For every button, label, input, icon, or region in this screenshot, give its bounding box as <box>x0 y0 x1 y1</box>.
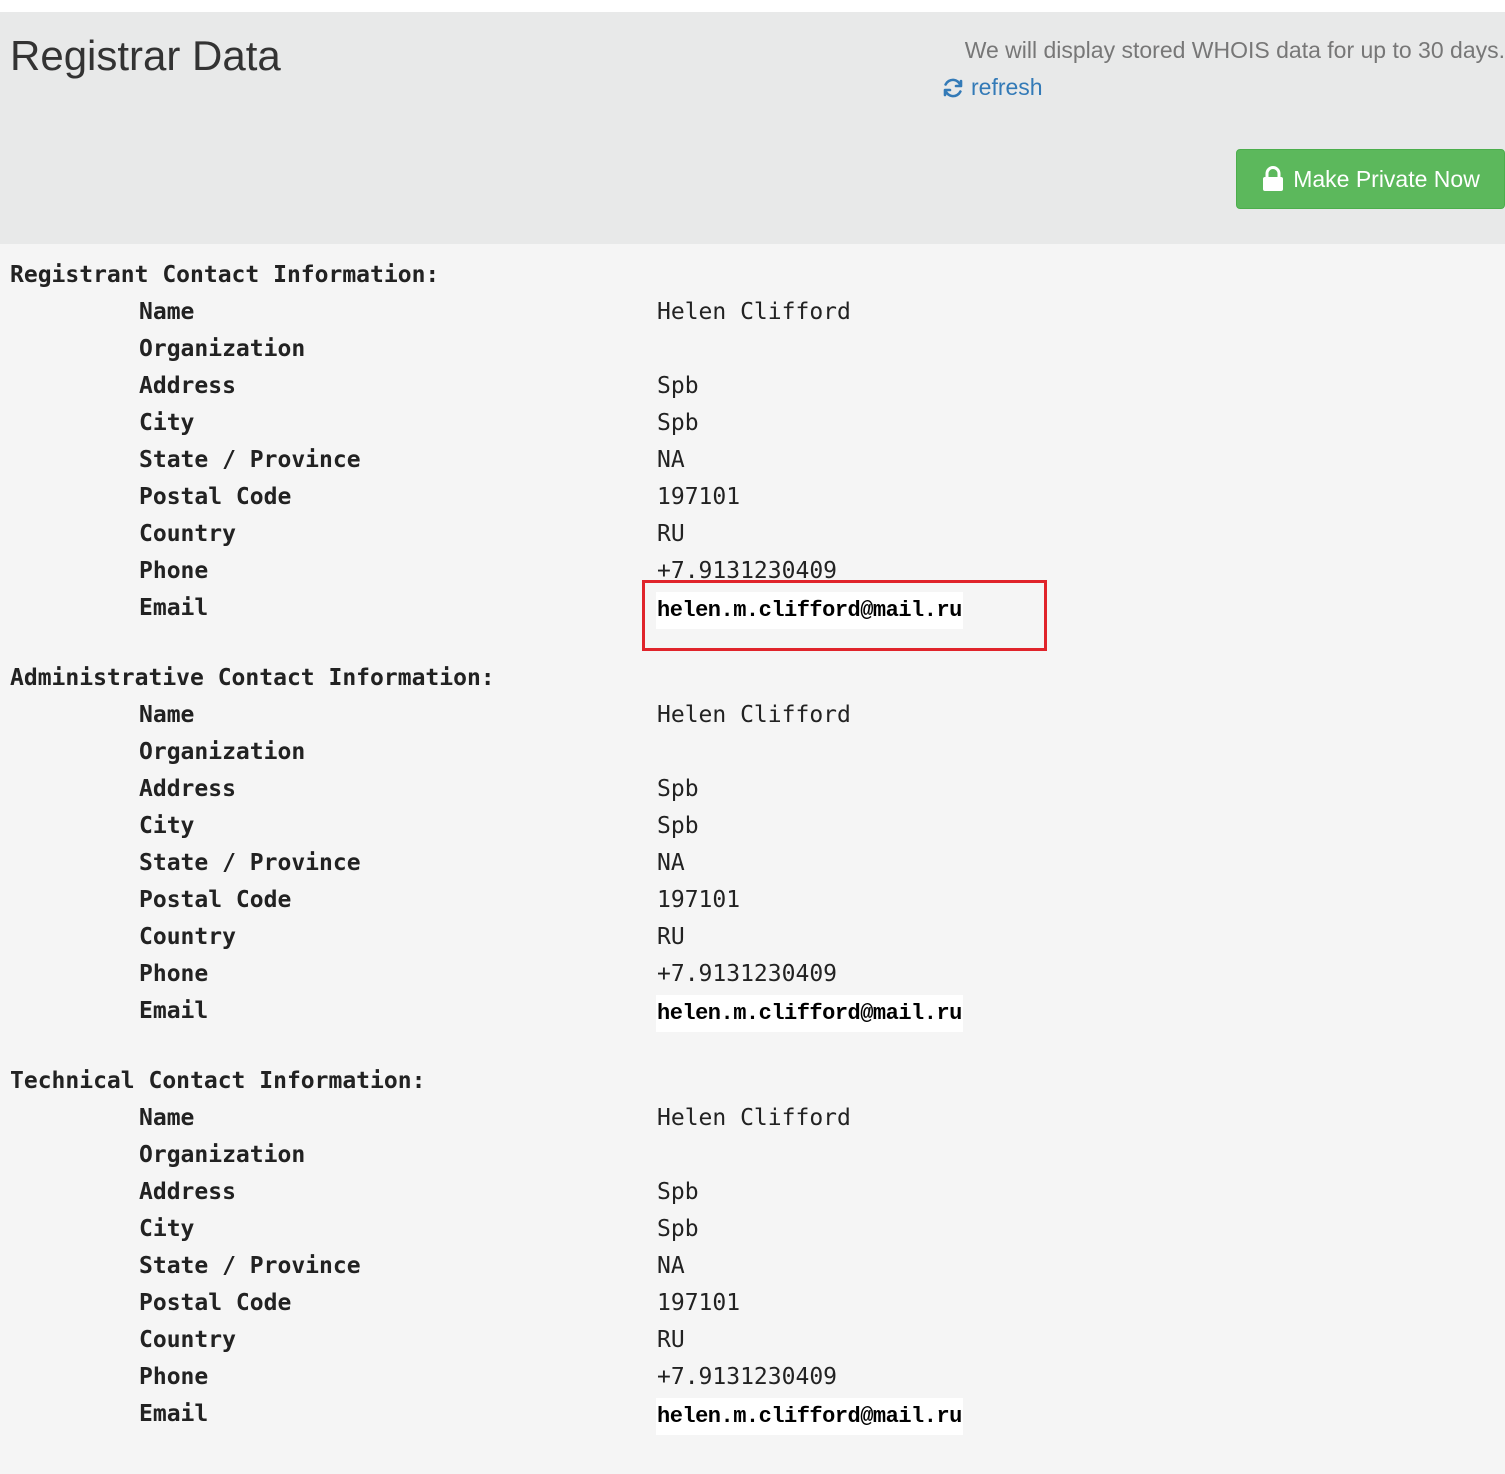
field-value: NA <box>657 850 685 876</box>
administrative-contact-section: Administrative Contact Information: Name… <box>0 660 1505 1050</box>
section-title: Registrant Contact Information: <box>10 262 440 288</box>
field-label: Name <box>139 299 195 325</box>
field-value: Spb <box>657 776 699 802</box>
section-title: Technical Contact Information: <box>10 1068 426 1094</box>
make-private-label: Make Private Now <box>1293 165 1480 192</box>
field-row-postal-code: Postal Code 197101 <box>0 479 1505 516</box>
field-row-organization: Organization <box>0 1137 1505 1174</box>
field-row-country: Country RU <box>0 1322 1505 1359</box>
field-label: State / Province <box>139 447 361 473</box>
field-row-email: Email helen.m.clifford@mail.ru <box>0 993 1505 1032</box>
field-row-state: State / Province NA <box>0 442 1505 479</box>
email-image-value: helen.m.clifford@mail.ru <box>656 995 963 1032</box>
refresh-icon <box>941 76 965 100</box>
field-value: Spb <box>657 813 699 839</box>
field-value: Helen Clifford <box>657 299 851 325</box>
field-row-email: Email helen.m.clifford@mail.ru <box>0 1396 1505 1435</box>
field-label: Country <box>139 521 236 547</box>
section-title: Administrative Contact Information: <box>10 665 495 691</box>
field-label: Email <box>139 998 209 1024</box>
field-label: City <box>139 410 195 436</box>
field-row-city: City Spb <box>0 1211 1505 1248</box>
email-image-value: helen.m.clifford@mail.ru <box>656 1398 963 1435</box>
field-row-address: Address Spb <box>0 368 1505 405</box>
field-label: City <box>139 1216 195 1242</box>
field-row-email: Email helen.m.clifford@mail.ru <box>0 590 1505 629</box>
field-label: State / Province <box>139 1253 361 1279</box>
field-value: +7.9131230409 <box>657 961 838 987</box>
technical-contact-section: Technical Contact Information: Name Helen… <box>0 1063 1505 1435</box>
field-label: Phone <box>139 961 209 987</box>
field-row-phone: Phone +7.9131230409 <box>0 1359 1505 1396</box>
whois-record: Registrant Contact Information: Name Hele… <box>0 244 1505 1474</box>
registrant-contact-section: Registrant Contact Information: Name Hele… <box>0 257 1505 647</box>
field-value: 197101 <box>657 1290 741 1316</box>
field-row-city: City Spb <box>0 405 1505 442</box>
field-label: Email <box>139 1401 209 1427</box>
field-value: 197101 <box>657 484 741 510</box>
field-label: Country <box>139 924 236 950</box>
field-value: RU <box>657 1327 685 1353</box>
refresh-label: refresh <box>971 74 1043 100</box>
email-image-value: helen.m.clifford@mail.ru <box>656 592 963 629</box>
field-value: Spb <box>657 1179 699 1205</box>
page-title: Registrar Data <box>10 32 281 79</box>
field-label: Organization <box>139 1142 306 1168</box>
field-value: NA <box>657 447 685 473</box>
field-label: Address <box>139 1179 236 1205</box>
field-value: Spb <box>657 373 699 399</box>
field-row-country: Country RU <box>0 516 1505 553</box>
field-label: Country <box>139 1327 236 1353</box>
make-private-now-button[interactable]: Make Private Now <box>1236 149 1505 209</box>
field-row-city: City Spb <box>0 808 1505 845</box>
field-value: 197101 <box>657 887 741 913</box>
field-row-phone: Phone +7.9131230409 <box>0 553 1505 590</box>
field-row-name: Name Helen Clifford <box>0 294 1505 331</box>
field-row-phone: Phone +7.9131230409 <box>0 956 1505 993</box>
field-row-postal-code: Postal Code 197101 <box>0 1285 1505 1322</box>
refresh-link[interactable]: refresh <box>941 74 1043 101</box>
field-row-organization: Organization <box>0 331 1505 368</box>
field-label: Phone <box>139 558 209 584</box>
field-row-country: Country RU <box>0 919 1505 956</box>
whois-retention-notice: We will display stored WHOIS data for up… <box>964 37 1505 63</box>
field-row-address: Address Spb <box>0 771 1505 808</box>
field-label: Email <box>139 595 209 621</box>
top-strip <box>0 0 1505 12</box>
field-label: City <box>139 813 195 839</box>
field-label: Organization <box>139 336 306 362</box>
field-label: Name <box>139 1105 195 1131</box>
field-label: State / Province <box>139 850 361 876</box>
field-label: Postal Code <box>139 484 292 510</box>
field-value: Helen Clifford <box>657 1105 851 1131</box>
field-row-name: Name Helen Clifford <box>0 697 1505 734</box>
field-value: +7.9131230409 <box>657 1364 838 1390</box>
field-value: NA <box>657 1253 685 1279</box>
field-label: Organization <box>139 739 306 765</box>
field-row-name: Name Helen Clifford <box>0 1100 1505 1137</box>
field-value: Helen Clifford <box>657 702 851 728</box>
field-row-organization: Organization <box>0 734 1505 771</box>
field-value: RU <box>657 924 685 950</box>
field-value: +7.9131230409 <box>657 558 838 584</box>
field-label: Phone <box>139 1364 209 1390</box>
field-row-state: State / Province NA <box>0 845 1505 882</box>
field-label: Address <box>139 373 236 399</box>
field-row-postal-code: Postal Code 197101 <box>0 882 1505 919</box>
registrar-data-header: Registrar Data We will display stored WH… <box>0 12 1505 244</box>
lock-icon <box>1261 166 1285 192</box>
field-value: RU <box>657 521 685 547</box>
field-row-address: Address Spb <box>0 1174 1505 1211</box>
field-label: Postal Code <box>139 887 292 913</box>
field-label: Address <box>139 776 236 802</box>
field-label: Postal Code <box>139 1290 292 1316</box>
field-value: Spb <box>657 410 699 436</box>
field-row-state: State / Province NA <box>0 1248 1505 1285</box>
field-value: Spb <box>657 1216 699 1242</box>
field-label: Name <box>139 702 195 728</box>
